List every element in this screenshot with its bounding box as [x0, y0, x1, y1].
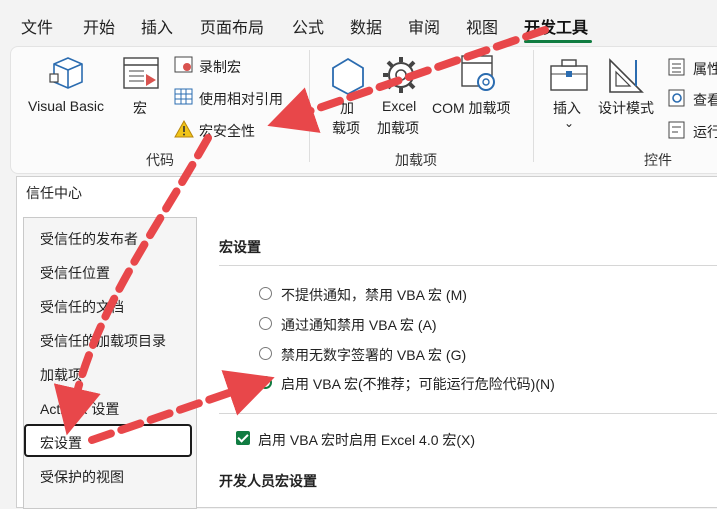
com-addins-label: COM 加载项	[432, 100, 511, 116]
tab-home[interactable]: 开始	[83, 14, 115, 38]
option-enable-all-label: 启用 VBA 宏(不推荐；可能运行危险代码)(N)	[281, 376, 555, 392]
run-dialog-label: 运行	[693, 124, 717, 140]
macro-settings-heading: 宏设置	[219, 239, 261, 255]
trust-center-nav	[23, 217, 197, 509]
option-disable-no-notify-label: 不提供通知，禁用 VBA 宏 (M)	[281, 287, 467, 303]
tab-view[interactable]: 视图	[466, 14, 498, 38]
record-macro-label: 录制宏	[199, 59, 241, 75]
macros-label: 宏	[133, 100, 147, 116]
visual-basic-label: Visual Basic	[28, 98, 105, 114]
excel-addins-label-line1: Excel	[382, 98, 417, 114]
ruler-triangle-icon	[609, 58, 644, 93]
view-code-label: 查看	[693, 92, 717, 108]
run-dialog-icon	[668, 121, 685, 139]
excel-addins-label-line2: 加载项	[377, 120, 419, 136]
radio-disable-no-notify[interactable]	[259, 287, 272, 300]
controls-group-label: 控件	[644, 152, 672, 168]
macro-security-label: 宏安全性	[199, 123, 255, 139]
nav-item-activex-settings[interactable]: ActiveX 设置	[40, 399, 119, 419]
com-addins-icon	[461, 55, 495, 91]
insert-controls-label: 插入	[553, 100, 581, 116]
addins-group-label: 加载项	[395, 152, 437, 168]
developer-macro-settings-heading: 开发人员宏设置	[219, 473, 317, 489]
relative-references-icon	[174, 88, 193, 105]
view-code-icon	[668, 89, 685, 107]
radio-enable-all[interactable]	[259, 376, 272, 389]
macros-icon	[123, 57, 159, 89]
radio-disable-with-notify[interactable]	[259, 317, 272, 330]
tab-file[interactable]: 文件	[21, 14, 53, 38]
dialog-title: 信任中心	[26, 185, 82, 201]
chevron-down-icon: ⌄	[564, 116, 575, 130]
visual-basic-icon	[49, 57, 83, 89]
nav-item-protected-view[interactable]: 受保护的视图	[40, 467, 124, 487]
tab-developer[interactable]: 开发工具	[524, 14, 588, 38]
gear-icon	[383, 57, 419, 93]
addins-label-line1: 加	[340, 100, 354, 116]
properties-icon	[668, 58, 685, 76]
properties-label: 属性	[693, 61, 717, 77]
code-group-label: 代码	[146, 152, 174, 168]
addins-hexagon-icon	[332, 57, 364, 96]
section-divider	[219, 265, 717, 266]
tab-formulas[interactable]: 公式	[292, 14, 324, 38]
nav-item-macro-settings[interactable]: 宏设置	[40, 433, 82, 453]
design-mode-label: 设计模式	[598, 100, 654, 116]
worksheet-edge	[0, 272, 16, 498]
option-disable-with-notify-label: 通过通知禁用 VBA 宏 (A)	[281, 317, 437, 333]
excel4-macros-label: 启用 VBA 宏时启用 Excel 4.0 宏(X)	[258, 432, 476, 448]
excel4-macros-checkbox[interactable]	[236, 431, 250, 445]
toolbox-icon	[550, 59, 588, 91]
addins-label-line2: 载项	[332, 120, 360, 136]
tab-review[interactable]: 审阅	[408, 14, 440, 38]
warning-icon	[174, 120, 194, 138]
ribbon-separator	[309, 50, 310, 162]
tab-insert[interactable]: 插入	[141, 14, 173, 38]
relative-references-label: 使用相对引用	[199, 91, 283, 107]
option-disable-unsigned-label: 禁用无数字签署的 VBA 宏 (G)	[281, 347, 467, 363]
nav-item-trusted-documents[interactable]: 受信任的文档	[40, 297, 124, 317]
menu-bar: 文件 开始 插入 页面布局 公式 数据 审阅 视图 开发工具	[0, 0, 717, 46]
tab-data[interactable]: 数据	[350, 14, 382, 38]
section-divider	[219, 413, 717, 414]
radio-disable-unsigned[interactable]	[259, 347, 272, 360]
nav-item-trusted-locations[interactable]: 受信任位置	[40, 263, 110, 283]
tab-page-layout[interactable]: 页面布局	[200, 14, 264, 38]
nav-item-addins[interactable]: 加载项	[40, 365, 82, 385]
nav-item-trusted-addin-catalogs[interactable]: 受信任的加载项目录	[40, 331, 166, 351]
ribbon-separator	[533, 50, 534, 162]
nav-item-trusted-publishers[interactable]: 受信任的发布者	[40, 229, 138, 249]
record-macro-icon	[174, 56, 193, 73]
active-tab-indicator	[524, 40, 592, 43]
